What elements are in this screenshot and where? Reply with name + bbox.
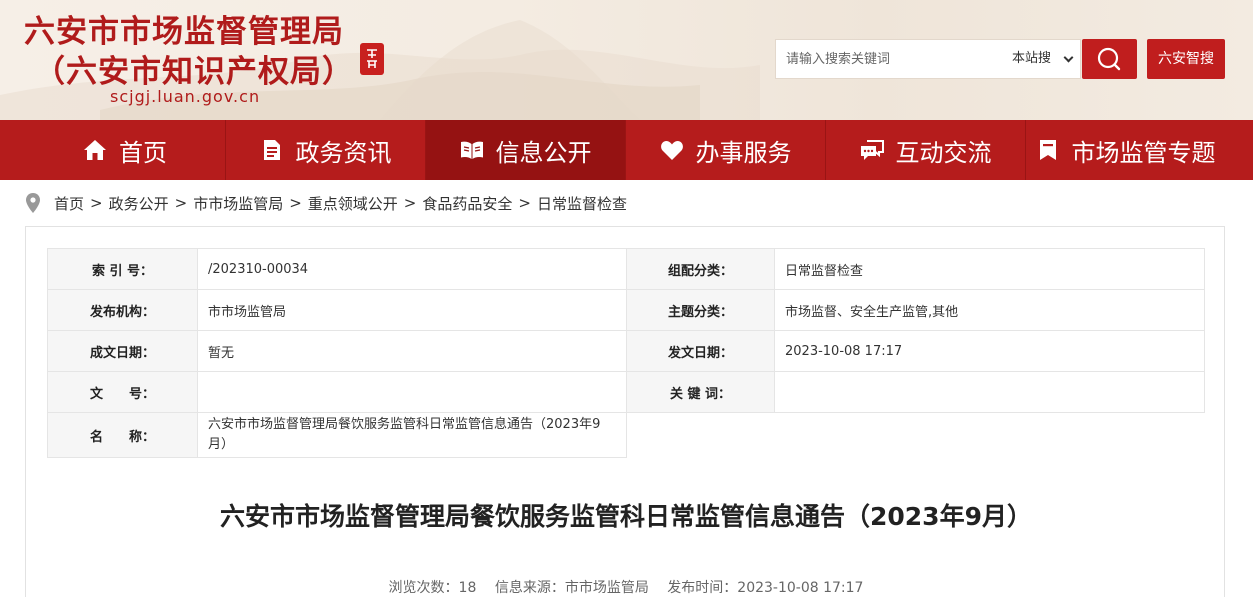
table-row: 文 号： 关 键 词： xyxy=(47,371,1205,413)
created-date-value: 暂无 xyxy=(197,330,627,372)
table-row: 发布机构： 市市场监管局 主题分类： 市场监督、安全生产监管,其他 xyxy=(47,289,1205,331)
table-empty-cell xyxy=(627,413,1205,458)
keywords-value xyxy=(774,371,1205,413)
table-row: 索 引 号： /202310-00034 组配分类： 日常监督检查 xyxy=(47,248,1205,290)
breadcrumb-gov-disclosure[interactable]: 政务公开 xyxy=(109,193,169,214)
category-label: 组配分类： xyxy=(626,248,775,290)
search-button[interactable] xyxy=(1082,39,1137,79)
metadata-table: 索 引 号： /202310-00034 组配分类： 日常监督检查 发布机构： … xyxy=(47,248,1205,458)
chat-icon xyxy=(860,138,884,162)
nav-item-news[interactable]: 政务资讯 xyxy=(225,120,425,180)
location-pin-icon xyxy=(26,193,40,213)
breadcrumb-key-areas[interactable]: 重点领域公开 xyxy=(308,193,398,214)
table-row: 名 称： 六安市市场监督管理局餐饮服务监管科日常监管信息通告（2023年9月） xyxy=(47,412,1205,458)
breadcrumb-food-drug-safety[interactable]: 食品药品安全 xyxy=(422,193,512,214)
article-container: 索 引 号： /202310-00034 组配分类： 日常监督检查 发布机构： … xyxy=(25,226,1225,597)
search-icon xyxy=(1097,47,1121,71)
smart-search-button[interactable]: 六安智搜 xyxy=(1147,39,1225,79)
bookmark-icon xyxy=(1036,138,1060,162)
breadcrumb-home[interactable]: 首页 xyxy=(54,193,84,214)
nav-item-label: 办事服务 xyxy=(695,138,792,167)
main-nav: 首页 政务资讯 信息公开 办事服务 互动交流 市场监管专题 xyxy=(0,120,1253,180)
nav-item-home[interactable]: 首页 xyxy=(25,120,225,180)
chevron-down-icon xyxy=(1063,52,1074,63)
created-date-label: 成文日期： xyxy=(47,330,198,372)
site-title: 六安市市场监督管理局 xyxy=(24,14,344,50)
category-value: 日常监督检查 xyxy=(774,248,1205,290)
breadcrumb-separator: > xyxy=(518,194,531,212)
open-book-icon xyxy=(460,138,484,162)
site-header: 六安市市场监督管理局 （六安市知识产权局） scjgj.luan.gov.cn … xyxy=(0,0,1253,120)
nav-item-label: 政务资讯 xyxy=(295,138,392,167)
site-subtitle: （六安市知识产权局） xyxy=(34,54,354,90)
site-domain: scjgj.luan.gov.cn xyxy=(110,87,261,106)
breadcrumb-separator: > xyxy=(174,194,188,212)
nav-item-interaction[interactable]: 互动交流 xyxy=(825,120,1025,180)
publisher-value: 市市场监管局 xyxy=(197,289,627,331)
document-number-label: 文 号： xyxy=(47,371,198,413)
article-info: 浏览次数：18 信息来源：市市场监管局 发布时间：2023-10-08 17:1… xyxy=(26,577,1226,597)
seal-logo xyxy=(360,43,384,75)
breadcrumb-separator: > xyxy=(403,194,417,212)
search-box: 本站搜 xyxy=(775,39,1081,79)
breadcrumb-daily-inspection[interactable]: 日常监督检查 xyxy=(537,193,627,214)
search-scope-select[interactable]: 本站搜 xyxy=(1004,40,1080,78)
name-label: 名 称： xyxy=(47,412,198,458)
nav-item-label: 首页 xyxy=(119,138,167,167)
breadcrumb-separator: > xyxy=(90,194,103,212)
publish-time: 发布时间：2023-10-08 17:17 xyxy=(667,580,864,596)
nav-item-label: 信息公开 xyxy=(495,138,592,167)
table-row: 成文日期： 暂无 发文日期： 2023-10-08 17:17 xyxy=(47,330,1205,372)
document-number-value xyxy=(197,371,627,413)
index-number-value: /202310-00034 xyxy=(197,248,627,290)
index-number-label: 索 引 号： xyxy=(47,248,198,290)
published-date-value: 2023-10-08 17:17 xyxy=(774,330,1205,372)
nav-item-services[interactable]: 办事服务 xyxy=(625,120,825,180)
name-value: 六安市市场监督管理局餐饮服务监管科日常监管信息通告（2023年9月） xyxy=(197,412,627,458)
publisher-label: 发布机构： xyxy=(47,289,198,331)
published-date-label: 发文日期： xyxy=(626,330,775,372)
topic-value: 市场监督、安全生产监管,其他 xyxy=(774,289,1205,331)
info-source: 信息来源：市市场监管局 xyxy=(494,580,649,596)
nav-item-info-disclosure[interactable]: 信息公开 xyxy=(425,120,625,180)
article-title: 六安市市场监督管理局餐饮服务监管科日常监管信息通告（2023年9月） xyxy=(220,502,1032,531)
heart-icon xyxy=(660,138,684,162)
seal-icon xyxy=(367,49,377,68)
keywords-label: 关 键 词： xyxy=(626,371,775,413)
topic-label: 主题分类： xyxy=(626,289,775,331)
search-input[interactable] xyxy=(776,40,996,78)
home-icon xyxy=(83,138,107,162)
breadcrumb-separator: > xyxy=(289,194,302,212)
document-icon xyxy=(260,138,284,162)
search-scope-label: 本站搜 xyxy=(1012,51,1052,66)
view-count: 浏览次数：18 xyxy=(388,580,477,596)
breadcrumb: 首页 > 政务公开 > 市市场监管局 > 重点领域公开 > 食品药品安全 > 日… xyxy=(26,192,627,214)
nav-item-market-topics[interactable]: 市场监管专题 xyxy=(1025,120,1225,180)
breadcrumb-bureau[interactable]: 市市场监管局 xyxy=(193,193,283,214)
nav-item-label: 市场监管专题 xyxy=(1071,138,1216,167)
nav-item-label: 互动交流 xyxy=(895,138,992,167)
